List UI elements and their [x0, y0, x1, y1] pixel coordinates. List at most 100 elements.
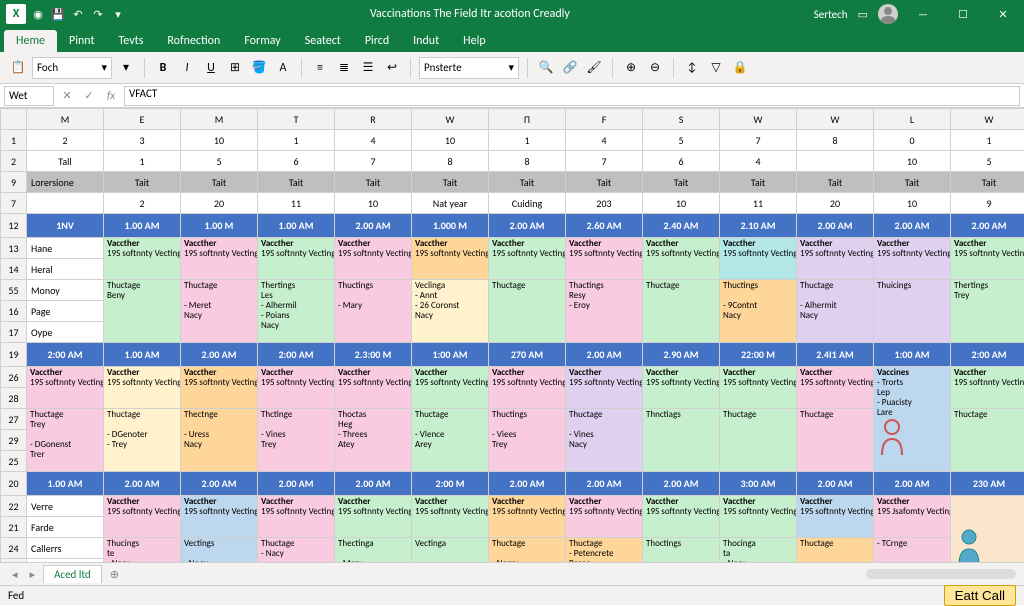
paste-icon[interactable]: 📋: [8, 57, 28, 79]
sort-icon[interactable]: ↕: [682, 57, 702, 79]
number-format-combo[interactable]: Pnsterte▾: [419, 57, 519, 79]
close-button[interactable]: ✕: [988, 8, 1018, 21]
formula-bar: Wet ✕ ✓ fx VFACT: [0, 84, 1024, 108]
ribbon-display-icon[interactable]: ▭: [858, 8, 868, 21]
row-header[interactable]: 14: [1, 259, 27, 280]
sheet-tab[interactable]: Aced ltd: [43, 565, 102, 583]
tab-input[interactable]: Indut: [401, 30, 451, 52]
italic-button[interactable]: I: [177, 57, 197, 79]
cancel-formula-icon[interactable]: ✕: [58, 87, 76, 105]
person-cell: [951, 496, 1024, 563]
row-header[interactable]: 20: [1, 472, 27, 496]
col-header[interactable]: T: [258, 109, 335, 130]
col-header[interactable]: E: [104, 109, 181, 130]
tab-home[interactable]: Heme: [4, 30, 57, 52]
status-mode: Fed: [8, 589, 24, 602]
sheet-nav-next[interactable]: ▸: [26, 568, 40, 581]
row-header[interactable]: 9: [1, 172, 27, 193]
align-left-icon[interactable]: ≡: [310, 57, 330, 79]
add-sheet-icon[interactable]: ⊕: [106, 568, 123, 581]
tab-select[interactable]: Seatect: [293, 30, 353, 52]
row-header[interactable]: 28: [1, 388, 27, 409]
edit-cell-button[interactable]: Eatt Call: [944, 585, 1016, 606]
col-header[interactable]: S: [643, 109, 720, 130]
lock-icon[interactable]: 🔒: [730, 57, 750, 79]
qat-more-icon[interactable]: ▾: [110, 6, 126, 22]
col-header[interactable]: M: [27, 109, 104, 130]
wrap-text-icon[interactable]: ↩: [382, 57, 402, 79]
row-header[interactable]: 22: [1, 496, 27, 517]
autosave-icon[interactable]: ◉: [30, 6, 46, 22]
row-header[interactable]: 24: [1, 538, 27, 559]
row-header[interactable]: 2: [1, 151, 27, 172]
row-header[interactable]: 27: [1, 409, 27, 430]
underline-button[interactable]: U: [201, 57, 221, 79]
menu-bar: Heme Pinnt Tevts Rofnection Formay Seate…: [0, 28, 1024, 52]
row-header[interactable]: 25: [1, 559, 27, 562]
link-icon[interactable]: 🔗: [560, 57, 580, 79]
maximize-button[interactable]: ☐: [948, 8, 978, 21]
row-header[interactable]: 13: [1, 238, 27, 259]
ribbon-toolbar: 📋 Foch▾ ▾ B I U ⊞ 🪣 A ≡ ≣ ☰ ↩ Pnsterte▾ …: [0, 52, 1024, 84]
excel-icon: X: [6, 4, 26, 24]
format-painter-icon[interactable]: 🖌: [584, 57, 604, 79]
col-header[interactable]: П: [489, 109, 566, 130]
insert-icon[interactable]: ⊕: [621, 57, 641, 79]
name-box[interactable]: Wet: [4, 86, 54, 106]
row-header[interactable]: 25: [1, 451, 27, 472]
title-bar: X ◉ 💾 ↶ ↷ ▾ Vaccinations The Field Itr a…: [0, 0, 1024, 28]
col-header[interactable]: W: [412, 109, 489, 130]
row-header[interactable]: 19: [1, 343, 27, 367]
find-icon[interactable]: 🔍: [536, 57, 556, 79]
row-header[interactable]: 21: [1, 517, 27, 538]
window-title: Vaccinations The Field Itr acotion Cread…: [126, 7, 814, 21]
row-header[interactable]: 29: [1, 430, 27, 451]
sheet-nav-prev[interactable]: ◂: [8, 568, 22, 581]
search-label[interactable]: Sertech: [814, 8, 848, 21]
horizontal-scrollbar[interactable]: [866, 569, 1016, 579]
person-icon: [877, 417, 907, 457]
fx-icon[interactable]: fx: [102, 87, 120, 105]
align-center-icon[interactable]: ≣: [334, 57, 354, 79]
col-header[interactable]: R: [335, 109, 412, 130]
font-combo[interactable]: Foch▾: [32, 57, 112, 79]
spreadsheet-grid[interactable]: MEMTRWПFSWWLW 1231014101457801 2Tall1567…: [0, 108, 1024, 562]
col-header[interactable]: M: [181, 109, 258, 130]
col-header[interactable]: W: [797, 109, 874, 130]
save-icon[interactable]: 💾: [50, 6, 66, 22]
col-header[interactable]: W: [951, 109, 1024, 130]
minimize-button[interactable]: —: [908, 8, 938, 21]
fill-color-icon[interactable]: 🪣: [249, 57, 269, 79]
row-header[interactable]: 17: [1, 322, 27, 343]
col-header[interactable]: F: [566, 109, 643, 130]
status-bar: Fed Eatt Call: [0, 585, 1024, 605]
redo-icon[interactable]: ↷: [90, 6, 106, 22]
formula-input[interactable]: VFACT: [124, 86, 1020, 106]
row-header[interactable]: 1: [1, 130, 27, 151]
tab-pired[interactable]: Pircd: [353, 30, 401, 52]
sheet-tab-bar: ◂ ▸ Aced ltd ⊕: [0, 562, 1024, 585]
row-header[interactable]: 16: [1, 301, 27, 322]
bold-button[interactable]: B: [153, 57, 173, 79]
row-header[interactable]: 55: [1, 280, 27, 301]
select-all-cell[interactable]: [1, 109, 27, 130]
delete-icon[interactable]: ⊖: [645, 57, 665, 79]
row-header[interactable]: 26: [1, 367, 27, 388]
undo-icon[interactable]: ↶: [70, 6, 86, 22]
tab-texts[interactable]: Tevts: [107, 30, 156, 52]
enter-formula-icon[interactable]: ✓: [80, 87, 98, 105]
filter-icon[interactable]: ▽: [706, 57, 726, 79]
user-avatar[interactable]: [878, 4, 898, 24]
col-header[interactable]: W: [720, 109, 797, 130]
row-header[interactable]: 7: [1, 193, 27, 214]
align-right-icon[interactable]: ☰: [358, 57, 378, 79]
border-icon[interactable]: ⊞: [225, 57, 245, 79]
tab-print[interactable]: Pinnt: [57, 30, 106, 52]
tab-format[interactable]: Formay: [232, 30, 292, 52]
col-header[interactable]: L: [874, 109, 951, 130]
tab-refnection[interactable]: Rofnection: [155, 30, 232, 52]
font-color-icon[interactable]: A: [273, 57, 293, 79]
tab-help[interactable]: Help: [451, 30, 498, 52]
font-size-down[interactable]: ▾: [116, 57, 136, 79]
row-header[interactable]: 12: [1, 214, 27, 238]
